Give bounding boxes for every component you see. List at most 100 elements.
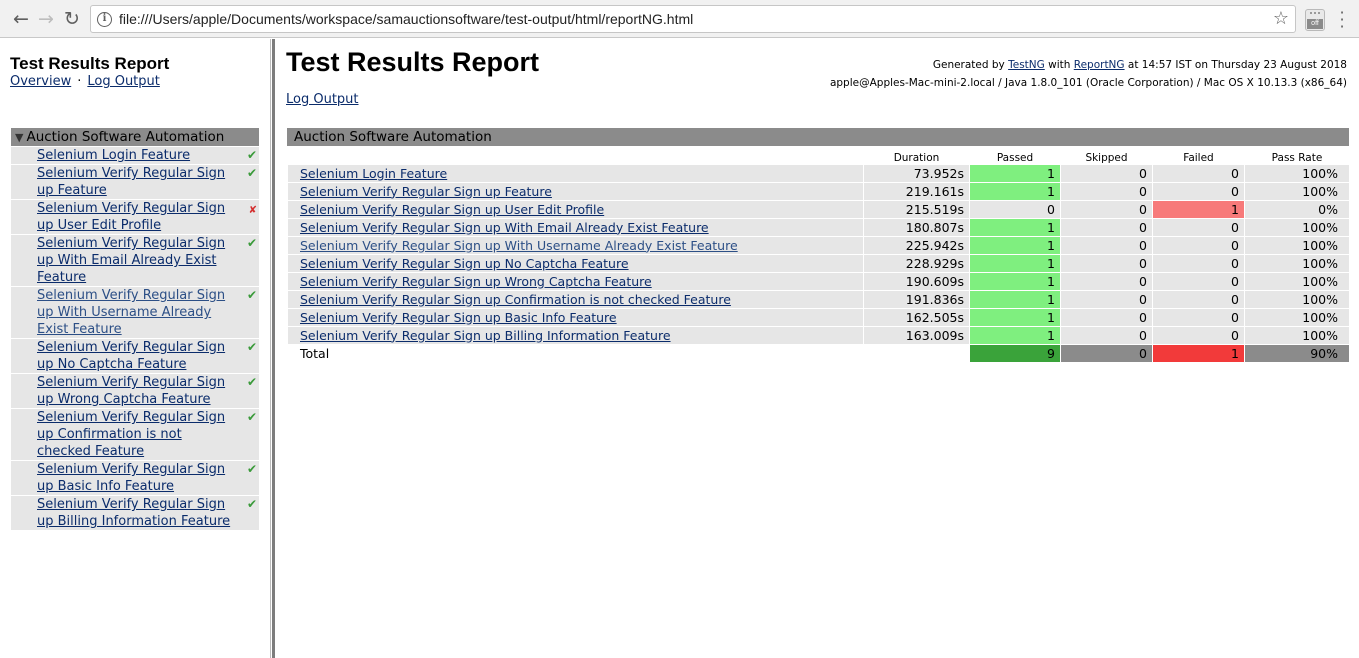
extension-badge: off <box>1307 19 1323 29</box>
table-row: Selenium Login Feature 73.952s 1 0 0 100% <box>287 163 1350 183</box>
nav-test-link[interactable]: Selenium Verify Regular Sign up User Edi… <box>37 201 225 233</box>
test-name-cell: Selenium Verify Regular Sign up Confirma… <box>287 289 864 309</box>
check-icon: ✔ <box>246 166 257 180</box>
test-name-cell: Selenium Verify Regular Sign up User Edi… <box>287 199 864 219</box>
test-name-link[interactable]: Selenium Verify Regular Sign up User Edi… <box>300 202 604 217</box>
nav-test-item[interactable]: Selenium Verify Regular Sign up Basic In… <box>11 460 259 495</box>
skipped-cell: 0 <box>1060 217 1153 237</box>
failed-cell: 0 <box>1152 181 1245 201</box>
duration-cell: 225.942s <box>863 235 970 255</box>
passed-cell: 1 <box>969 325 1061 345</box>
nav-test-link[interactable]: Selenium Verify Regular Sign up With Ema… <box>37 236 225 285</box>
pass-rate-cell: 0% <box>1244 199 1350 219</box>
test-name-link[interactable]: Selenium Verify Regular Sign up With Ema… <box>300 220 709 235</box>
pass-rate-cell: 100% <box>1244 307 1350 327</box>
nav-test-item[interactable]: Selenium Verify Regular Sign up Wrong Ca… <box>11 373 259 408</box>
test-name-link[interactable]: Selenium Verify Regular Sign up Confirma… <box>300 292 731 307</box>
header-pass-rate: Pass Rate <box>1271 151 1323 164</box>
passed-cell: 0 <box>969 199 1061 219</box>
nav-test-link[interactable]: Selenium Login Feature <box>37 148 190 163</box>
failed-cell: 1 <box>1152 199 1245 219</box>
total-passed: 9 <box>969 343 1061 363</box>
nav-test-link[interactable]: Selenium Verify Regular Sign up Feature <box>37 166 225 198</box>
log-output-link[interactable]: Log Output <box>286 92 359 107</box>
page-title: Test Results Report <box>286 47 540 77</box>
nav-test-link[interactable]: Selenium Verify Regular Sign up With Use… <box>37 288 225 337</box>
extension-off-icon[interactable]: off <box>1305 9 1325 31</box>
nav-links: Overview · Log Output <box>10 74 160 89</box>
results-table: Duration Passed Skipped Failed Pass Rate… <box>287 146 1350 363</box>
suite-header: Auction Software Automation <box>287 128 1349 146</box>
test-name-link[interactable]: Selenium Verify Regular Sign up Wrong Ca… <box>300 274 652 289</box>
cross-icon: ✘ <box>248 205 257 216</box>
skipped-cell: 0 <box>1060 307 1153 327</box>
nav-test-link[interactable]: Selenium Verify Regular Sign up Confirma… <box>37 410 225 459</box>
pass-rate-cell: 100% <box>1244 217 1350 237</box>
forward-icon[interactable]: → <box>33 6 59 32</box>
check-icon: ✔ <box>246 340 257 354</box>
total-duration <box>863 343 970 363</box>
nav-title: Test Results Report <box>10 54 170 73</box>
failed-cell: 0 <box>1152 271 1245 291</box>
failed-cell: 0 <box>1152 325 1245 345</box>
test-name-link[interactable]: Selenium Verify Regular Sign up Feature <box>300 184 552 199</box>
test-name-link[interactable]: Selenium Login Feature <box>300 166 447 181</box>
nav-test-item[interactable]: Selenium Verify Regular Sign up With Use… <box>11 286 259 338</box>
nav-test-item[interactable]: Selenium Verify Regular Sign up Confirma… <box>11 408 259 460</box>
generated-with: with <box>1048 59 1071 71</box>
skipped-cell: 0 <box>1060 253 1153 273</box>
header-name <box>288 146 864 164</box>
test-name-link[interactable]: Selenium Verify Regular Sign up Basic In… <box>300 310 617 325</box>
nav-test-link[interactable]: Selenium Verify Regular Sign up No Captc… <box>37 340 225 372</box>
total-pass-rate: 90% <box>1244 343 1350 363</box>
address-bar[interactable]: i file:///Users/apple/Documents/workspac… <box>90 5 1296 33</box>
skipped-cell: 0 <box>1060 325 1153 345</box>
test-name-link[interactable]: Selenium Verify Regular Sign up Billing … <box>300 328 671 343</box>
test-name-cell: Selenium Verify Regular Sign up Billing … <box>287 325 864 345</box>
nav-test-item[interactable]: Selenium Verify Regular Sign up User Edi… <box>11 199 259 234</box>
test-name-link[interactable]: Selenium Verify Regular Sign up With Use… <box>300 238 738 253</box>
test-name-cell: Selenium Verify Regular Sign up With Ema… <box>287 217 864 237</box>
nav-test-link[interactable]: Selenium Verify Regular Sign up Billing … <box>37 497 230 529</box>
nav-log-output-link[interactable]: Log Output <box>87 74 160 89</box>
total-row: Total 9 0 1 90% <box>287 343 1350 363</box>
generation-info: Generated by TestNG with ReportNG at 14:… <box>830 56 1347 92</box>
url-text[interactable]: file:///Users/apple/Documents/workspace/… <box>119 11 693 27</box>
nav-test-item[interactable]: Selenium Login Feature ✔ <box>11 146 259 164</box>
duration-cell: 162.505s <box>863 307 970 327</box>
testng-link[interactable]: TestNG <box>1008 59 1045 71</box>
table-row: Selenium Verify Regular Sign up Confirma… <box>287 289 1350 309</box>
check-icon: ✔ <box>246 288 257 302</box>
duration-cell: 180.807s <box>863 217 970 237</box>
collapse-triangle-icon[interactable]: ▼ <box>15 131 23 144</box>
test-name-link[interactable]: Selenium Verify Regular Sign up No Captc… <box>300 256 629 271</box>
back-icon[interactable]: ← <box>8 6 34 32</box>
nav-test-item[interactable]: Selenium Verify Regular Sign up No Captc… <box>11 338 259 373</box>
reload-icon[interactable]: ↻ <box>59 6 85 32</box>
passed-cell: 1 <box>969 163 1061 183</box>
header-passed: Passed <box>996 151 1034 164</box>
skipped-cell: 0 <box>1060 235 1153 255</box>
duration-cell: 190.609s <box>863 271 970 291</box>
overview-link[interactable]: Overview <box>10 74 71 89</box>
skipped-cell: 0 <box>1060 181 1153 201</box>
frame-divider[interactable] <box>270 39 276 658</box>
total-skipped: 0 <box>1060 343 1153 363</box>
duration-cell: 228.929s <box>863 253 970 273</box>
navigation-frame: Test Results Report Overview · Log Output … <box>0 39 270 658</box>
info-icon[interactable]: i <box>97 12 112 27</box>
pass-rate-cell: 100% <box>1244 163 1350 183</box>
failed-cell: 0 <box>1152 217 1245 237</box>
nav-separator: · <box>77 74 82 89</box>
nav-test-item[interactable]: Selenium Verify Regular Sign up With Ema… <box>11 234 259 286</box>
reportng-link[interactable]: ReportNG <box>1074 59 1125 71</box>
vertical-dots-icon[interactable]: · · · <box>1338 5 1346 35</box>
nav-suite-header[interactable]: ▼ Auction Software Automation <box>11 128 259 146</box>
nav-test-item[interactable]: Selenium Verify Regular Sign up Feature ✔ <box>11 164 259 199</box>
star-icon[interactable]: ☆ <box>1273 8 1289 29</box>
duration-cell: 73.952s <box>863 163 970 183</box>
nav-test-item[interactable]: Selenium Verify Regular Sign up Billing … <box>11 495 259 530</box>
nav-test-link[interactable]: Selenium Verify Regular Sign up Basic In… <box>37 462 225 494</box>
nav-test-link[interactable]: Selenium Verify Regular Sign up Wrong Ca… <box>37 375 225 407</box>
nav-test-list: Selenium Login Feature ✔ Selenium Verify R… <box>11 146 259 530</box>
